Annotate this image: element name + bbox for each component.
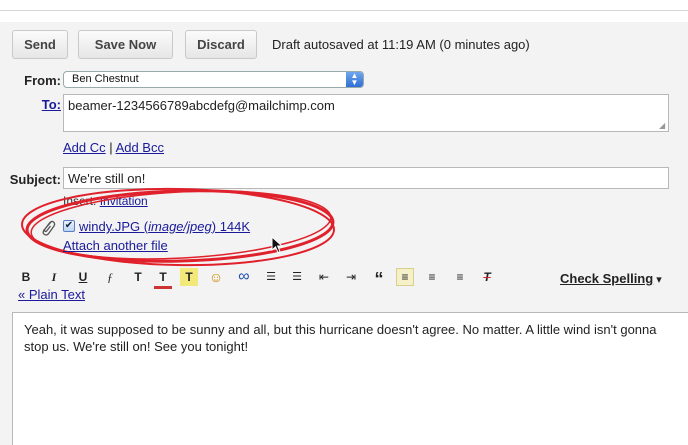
align-center-icon[interactable]: ≡: [423, 268, 441, 286]
chevron-down-icon: ▾: [656, 274, 662, 286]
message-text: Yeah, it was supposed to be sunny and al…: [24, 322, 657, 354]
plain-text-link[interactable]: « Plain Text: [18, 287, 85, 302]
attach-another-file-link[interactable]: Attach another file: [63, 238, 168, 253]
attachment-link[interactable]: windy.JPG (image/jpeg) 144K: [79, 219, 250, 234]
cc-separator: |: [109, 140, 113, 155]
top-divider: [0, 10, 688, 11]
attachment-mime: image/jpeg: [148, 219, 212, 234]
from-selected-value: Ben Chestnut: [72, 73, 139, 85]
to-field[interactable]: beamer-1234566789abcdefg@mailchimp.com ◢: [63, 94, 669, 132]
discard-button[interactable]: Discard: [185, 30, 257, 59]
send-button[interactable]: Send: [12, 30, 68, 59]
indent-icon[interactable]: ⇥: [342, 268, 360, 286]
align-right-icon[interactable]: ≡: [451, 268, 469, 286]
highlight-color-button[interactable]: T: [180, 268, 198, 286]
to-value: beamer-1234566789abcdefg@mailchimp.com: [68, 98, 335, 113]
draft-status: Draft autosaved at 11:19 AM (0 minutes a…: [272, 37, 530, 52]
select-arrows-icon: ▲ ▼: [346, 72, 363, 87]
to-link[interactable]: To:: [21, 97, 61, 112]
mouse-cursor-icon: [271, 236, 283, 254]
add-bcc-link[interactable]: Add Bcc: [116, 140, 164, 155]
check-spelling-label: Check Spelling: [560, 271, 654, 286]
link-icon[interactable]: ∞: [235, 268, 253, 286]
align-left-icon[interactable]: ≡: [396, 268, 414, 286]
text-color-button[interactable]: T: [154, 268, 172, 289]
resize-grip-icon[interactable]: ◢: [659, 122, 667, 130]
font-size-button[interactable]: T: [129, 268, 147, 286]
italic-button[interactable]: I: [45, 268, 63, 286]
save-now-button[interactable]: Save Now: [78, 30, 173, 59]
from-select[interactable]: Ben Chestnut ▲ ▼: [63, 71, 364, 88]
quote-icon[interactable]: “: [370, 268, 388, 289]
bold-button[interactable]: B: [17, 268, 35, 286]
font-button[interactable]: ƒ: [101, 268, 119, 286]
emoji-icon[interactable]: ☺: [207, 268, 225, 286]
paperclip-icon: [42, 220, 56, 236]
add-cc-link[interactable]: Add Cc: [63, 140, 106, 155]
attachment-size: 144K: [219, 219, 251, 234]
underline-button[interactable]: U: [74, 268, 92, 286]
attachment-filename: windy.JPG: [79, 219, 141, 234]
from-label: From:: [24, 73, 61, 88]
attachment-checkbox[interactable]: ✔: [63, 220, 75, 232]
message-body[interactable]: Yeah, it was supposed to be sunny and al…: [12, 312, 688, 445]
outdent-icon[interactable]: ⇤: [315, 268, 333, 286]
bulleted-list-icon[interactable]: ☰: [288, 268, 306, 286]
cc-bcc-links: Add Cc | Add Bcc: [63, 140, 164, 155]
clear-formatting-icon[interactable]: T: [478, 268, 496, 286]
numbered-list-icon[interactable]: ☰: [262, 268, 280, 286]
check-spelling-button[interactable]: Check Spelling ▾: [560, 271, 662, 286]
